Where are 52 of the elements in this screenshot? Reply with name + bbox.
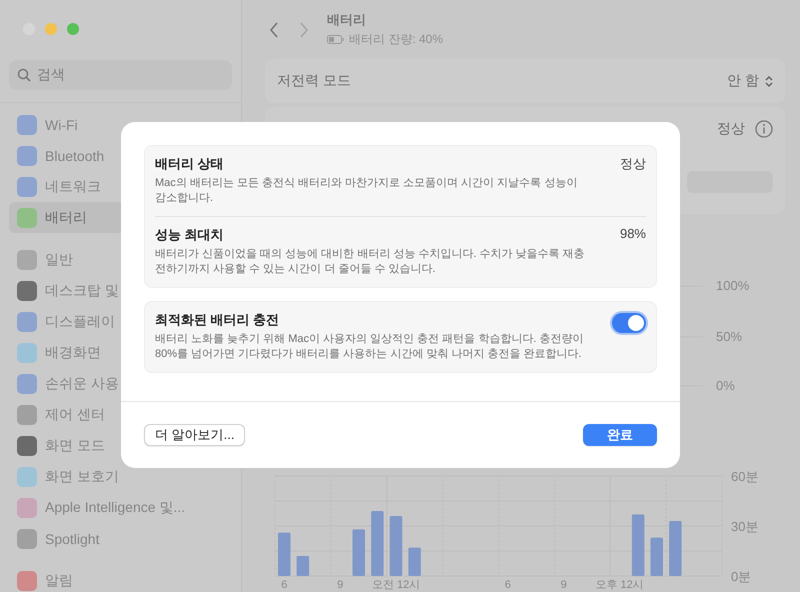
minimize-button[interactable] [45, 23, 57, 35]
done-button[interactable]: 완료 [583, 424, 657, 446]
sidebar-item[interactable]: Apple Intelligence 및... [9, 492, 232, 523]
search-placeholder: 검색 [37, 66, 65, 84]
page-title: 배터리 [327, 11, 367, 30]
usage-bar [371, 511, 384, 576]
back-icon[interactable] [269, 22, 279, 38]
axis-label: 60분 [731, 469, 758, 484]
updown-icon [765, 74, 773, 88]
zoom-button[interactable] [67, 23, 79, 35]
sidebar-item[interactable]: 데스크탑 및 [9, 275, 232, 306]
axis-label: 오후 12시 [595, 579, 644, 591]
search-field[interactable]: 검색 [9, 60, 232, 90]
axis-label: 0분 [731, 569, 752, 584]
usage-bar [650, 538, 663, 576]
axis-label: 오전 12시 [372, 579, 420, 591]
forward-icon[interactable] [299, 22, 309, 38]
row-value: 정상 [620, 155, 646, 173]
low-power-label: 저전력 모드 [277, 72, 351, 90]
axis-label: 100% [716, 278, 750, 293]
axis-label: 9 [337, 579, 344, 591]
axis-label: 0% [716, 378, 735, 393]
row-description: 배터리 노화를 늦추기 위해 Mac이 사용자의 일상적인 충전 패턴을 학습합니다. 충전량이 80%를 넘어가면 기다렸다가 배터리를 사용하는 시간에 맞춰 나머지 충전을 완료합니다. [155, 332, 584, 362]
sidebar-item[interactable]: Wi-Fi [9, 109, 232, 140]
row-value: 98% [620, 226, 646, 241]
learn-more-button[interactable]: 더 알아보기... [144, 424, 246, 446]
sidebar-item[interactable]: Spotlight [9, 523, 232, 554]
charging-toggle[interactable] [612, 313, 646, 333]
usage-bar [296, 556, 310, 576]
health-value: 정상 [717, 120, 745, 138]
battery-remaining: 배터리 잔량: 40% [349, 31, 444, 48]
info-icon[interactable] [755, 120, 773, 138]
axis-label: 30분 [731, 519, 758, 534]
usage-bar [669, 521, 682, 576]
sidebar-item[interactable]: 화면 보호기 [9, 461, 232, 492]
usage-bar [390, 516, 402, 576]
row-title: 배터리 상태 [155, 155, 225, 173]
usage-bar [352, 529, 365, 576]
axis-label: 6 [504, 579, 511, 591]
axis-label: 6 [281, 579, 288, 591]
row-description: 배터리가 신품이었을 때의 성능에 대비한 배터리 성능 수치입니다. 수치가 낮을수록 재충전하기까지 사용할 수 있는 시간이 더 줄어들 수 있습니다. [155, 247, 586, 277]
search-icon [17, 68, 31, 82]
usage-bar [408, 548, 421, 576]
usage-bar [278, 532, 290, 576]
axis-label: 9 [560, 579, 567, 591]
battery-icon [327, 35, 344, 44]
axis-label: 50% [716, 329, 742, 344]
usage-bar [632, 514, 644, 576]
sidebar-item[interactable]: 알림 [9, 565, 232, 592]
row-title: 최적화된 배터리 충전 [155, 311, 280, 329]
sidebar-item[interactable]: 손쉬운 사용 [9, 368, 232, 399]
low-power-popup[interactable]: 안 함 [727, 72, 773, 90]
